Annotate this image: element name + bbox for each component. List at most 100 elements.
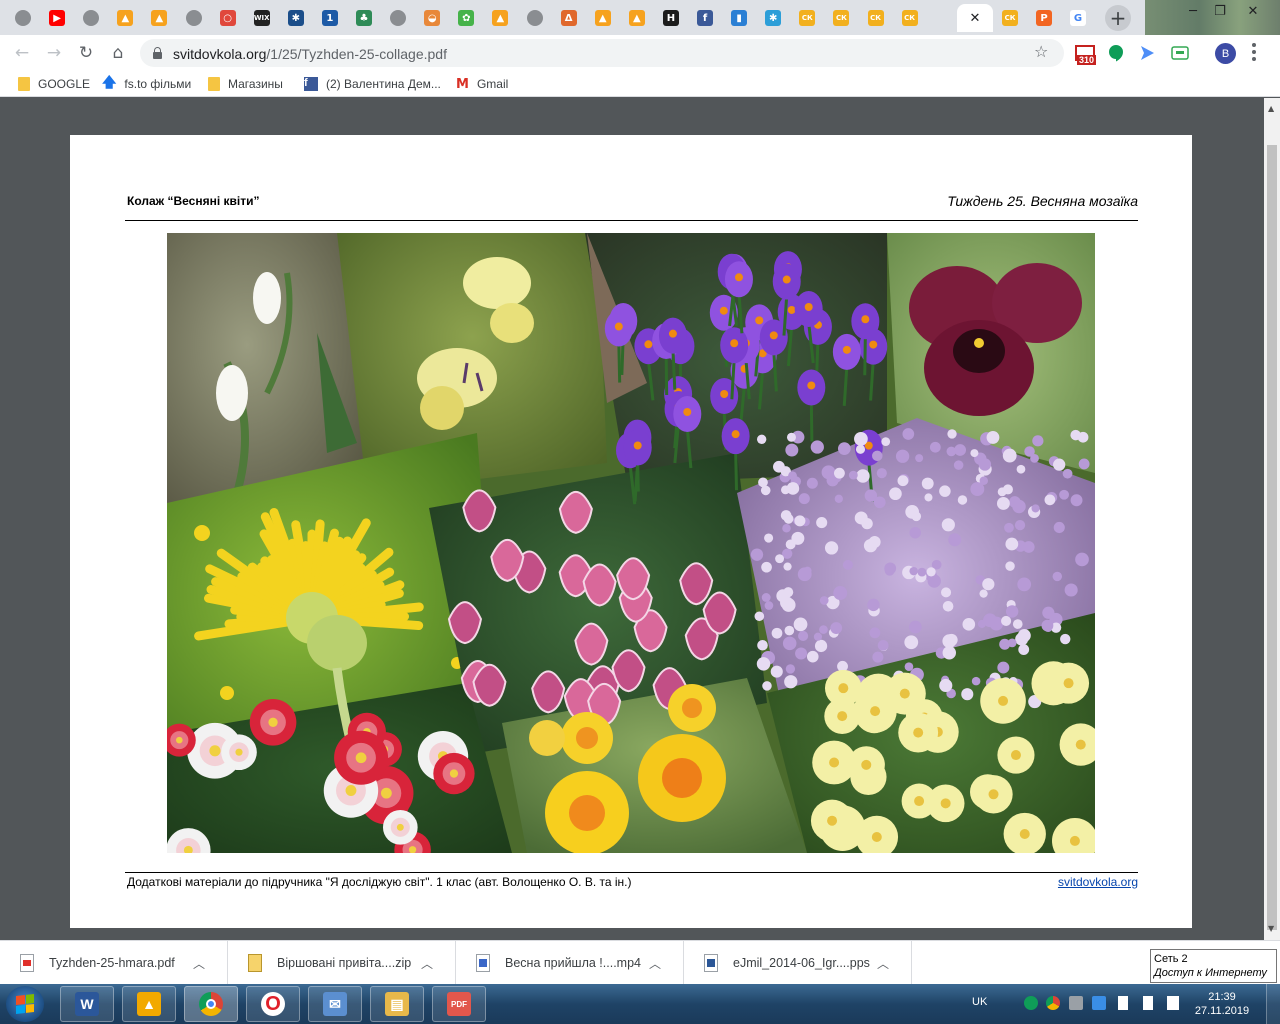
- bookmark-gmail[interactable]: M Gmail: [456, 75, 508, 93]
- address-bar[interactable]: svitdovkola.org/1/25/Tyzhden-25-collage.…: [140, 39, 1064, 67]
- hangouts-extension-icon[interactable]: [1106, 43, 1126, 63]
- tab-19[interactable]: H: [654, 4, 688, 32]
- tab-1[interactable]: ▶: [40, 4, 74, 32]
- browser-menu-icon[interactable]: [1252, 43, 1256, 61]
- scrollbar-thumb[interactable]: [1267, 145, 1277, 930]
- tab-14[interactable]: ▲: [483, 4, 517, 32]
- tab-5[interactable]: [177, 4, 211, 32]
- tab-4[interactable]: ▲: [142, 4, 176, 32]
- tab-3[interactable]: ▲: [108, 4, 142, 32]
- chrome-tray-icon[interactable]: [1046, 996, 1060, 1010]
- messenger-icon: ✉: [323, 992, 347, 1016]
- globe-icon: [390, 10, 407, 26]
- bookmark-facebook[interactable]: f (2) Валентина Дем...: [304, 75, 441, 93]
- tab-13[interactable]: ✿: [449, 4, 483, 32]
- tab-26[interactable]: СК: [893, 4, 927, 32]
- download-item[interactable]: Віршовані привіта....zip ︿: [228, 941, 456, 985]
- tab-24[interactable]: СК: [824, 4, 858, 32]
- tab-2[interactable]: [74, 4, 108, 32]
- tab-9[interactable]: 1: [313, 4, 347, 32]
- tab-0[interactable]: [6, 4, 40, 32]
- downloads-bar: Tyzhden-25-hmara.pdf ︿ Віршовані привіта…: [0, 940, 1280, 985]
- profile-avatar[interactable]: B: [1215, 43, 1236, 64]
- tab-17[interactable]: ▲: [586, 4, 620, 32]
- tab-7[interactable]: WIX: [245, 4, 279, 32]
- tab-23[interactable]: СК: [790, 4, 824, 32]
- network-icon[interactable]: [1167, 996, 1179, 1010]
- tab-21[interactable]: ▮: [722, 4, 756, 32]
- chevron-up-icon[interactable]: ︿: [877, 955, 889, 972]
- tab-10[interactable]: ♣: [347, 4, 381, 32]
- taskbar-opera[interactable]: O: [246, 986, 300, 1022]
- download-item[interactable]: Tyzhden-25-hmara.pdf ︿: [0, 941, 228, 985]
- volume-icon[interactable]: [1143, 996, 1153, 1010]
- scroll-down-icon[interactable]: ▼: [1268, 924, 1274, 933]
- update-tray-icon[interactable]: [1092, 996, 1106, 1010]
- tab-15[interactable]: [518, 4, 552, 32]
- page-footer-link[interactable]: svitdovkola.org: [1058, 875, 1138, 889]
- tab-18[interactable]: ▲: [620, 4, 654, 32]
- restore-icon[interactable]: ❐: [1203, 0, 1237, 22]
- tab-after-1[interactable]: P: [1027, 4, 1061, 32]
- forward-button[interactable]: →: [41, 40, 67, 66]
- bookmark-star-icon[interactable]: ☆: [1034, 42, 1048, 61]
- page-footer-text: Додаткові матеріали до підручника "Я дос…: [127, 875, 632, 889]
- vertical-scrollbar[interactable]: ▲ ▼: [1264, 98, 1280, 940]
- clock[interactable]: 21:39 27.11.2019: [1192, 990, 1252, 1018]
- tab-11[interactable]: [381, 4, 415, 32]
- taskbar-aimp[interactable]: ▲: [122, 986, 176, 1022]
- taskbar-chrome[interactable]: [184, 986, 238, 1022]
- back-button[interactable]: ←: [9, 40, 35, 66]
- send-extension-icon[interactable]: [1137, 43, 1157, 63]
- home-button[interactable]: ⌂: [105, 40, 131, 66]
- flower-icon: ✿: [458, 10, 475, 26]
- bell-icon: ▲: [594, 10, 611, 26]
- bookmark-google[interactable]: GOOGLE: [18, 75, 90, 93]
- tab-25[interactable]: СК: [859, 4, 893, 32]
- security-tray-icon[interactable]: [1069, 996, 1083, 1010]
- hangouts-tray-icon[interactable]: [1024, 996, 1038, 1010]
- bookmarks-bar: GOOGLE 🡅 fs.to фільми Магазины f (2) Вален…: [0, 71, 1280, 97]
- tab-active[interactable]: ✕: [957, 4, 993, 32]
- scroll-up-icon[interactable]: ▲: [1268, 104, 1274, 113]
- url-text[interactable]: svitdovkola.org/1/25/Tyzhden-25-collage.…: [173, 46, 447, 62]
- tab-16[interactable]: Δ: [552, 4, 586, 32]
- tab-8[interactable]: ✱: [279, 4, 313, 32]
- lock-icon[interactable]: [153, 47, 162, 59]
- flag-tray-icon[interactable]: [1118, 996, 1128, 1010]
- opera-icon: O: [261, 992, 285, 1016]
- facebook-icon: f: [304, 77, 318, 91]
- aimp-icon: ▲: [137, 992, 161, 1016]
- taskbar-pdf[interactable]: PDF: [432, 986, 486, 1022]
- tab-22[interactable]: ✱: [756, 4, 790, 32]
- pdf-viewer[interactable]: Колаж “Весняні квіти” Тиждень 25. Веснян…: [0, 98, 1264, 940]
- tab-after-0[interactable]: СК: [993, 4, 1027, 32]
- chevron-up-icon[interactable]: ︿: [193, 955, 205, 972]
- tab-20[interactable]: f: [688, 4, 722, 32]
- bookmark-fs-to[interactable]: 🡅 fs.to фільми: [102, 75, 191, 93]
- tab-12[interactable]: ◒: [415, 4, 449, 32]
- bar-chart-icon: ▮: [731, 10, 748, 26]
- language-indicator[interactable]: UK: [972, 996, 987, 1008]
- page-header-week: Тиждень 25. Весняна мозаїка: [947, 193, 1138, 209]
- bookmark-magaziny[interactable]: Магазины: [208, 75, 283, 93]
- taskbar-explorer[interactable]: ▤: [370, 986, 424, 1022]
- translate-extension-icon[interactable]: [1170, 43, 1190, 63]
- chevron-up-icon[interactable]: ︿: [421, 955, 433, 972]
- new-tab-button[interactable]: +: [1105, 5, 1131, 31]
- download-item[interactable]: eJmil_2014-06_Igr....pps ︿: [684, 941, 912, 985]
- chevron-up-icon[interactable]: ︿: [649, 955, 661, 972]
- close-window-icon[interactable]: ✕: [1236, 0, 1270, 22]
- chrome-icon: [199, 992, 223, 1016]
- show-desktop-button[interactable]: [1266, 984, 1280, 1024]
- taskbar-messenger[interactable]: ✉: [308, 986, 362, 1022]
- tab-6[interactable]: ○: [211, 4, 245, 32]
- download-item[interactable]: Весна прийшла !....mp4 ︿: [456, 941, 684, 985]
- taskbar-word[interactable]: W: [60, 986, 114, 1022]
- gmail-extension-icon[interactable]: 310: [1075, 43, 1097, 65]
- reload-button[interactable]: ↻: [73, 40, 99, 66]
- start-button[interactable]: [6, 986, 44, 1022]
- close-tab-icon[interactable]: ✕: [970, 11, 981, 26]
- svitdovkola-icon: СК: [867, 10, 884, 26]
- tab-after-2[interactable]: G: [1061, 4, 1095, 32]
